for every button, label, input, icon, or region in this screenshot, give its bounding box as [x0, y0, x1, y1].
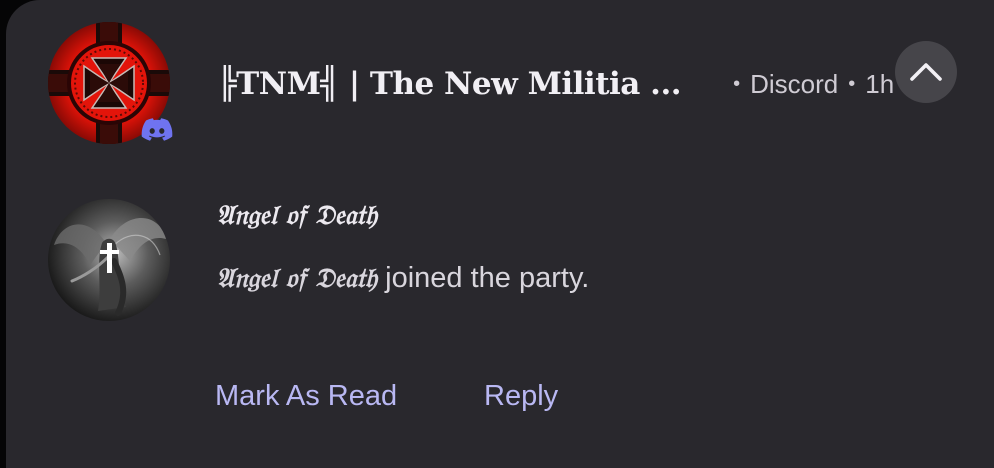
server-name: ╠TNM╣ | The New Militia ...: [218, 66, 682, 102]
message-body: joined the party.: [377, 262, 590, 294]
app-name: Discord: [750, 68, 839, 99]
collapse-button[interactable]: [895, 41, 957, 103]
separator-dot: •: [848, 72, 856, 95]
user-avatar: [48, 199, 170, 321]
notification-header: ╠TNM╣ | The New Militia ... • Discord • 1h: [218, 56, 894, 112]
message-user-name: 𝔄𝔫𝔤𝔢𝔩 𝔬𝔣 𝔇𝔢𝔞𝔱𝔥: [216, 263, 378, 294]
mark-as-read-button[interactable]: Mark As Read: [215, 380, 397, 413]
discord-icon: [141, 117, 173, 143]
notification-card[interactable]: ╠TNM╣ | The New Militia ... • Discord • 1h: [6, 0, 994, 468]
reply-button[interactable]: Reply: [484, 380, 558, 413]
separator-dot: •: [733, 72, 741, 95]
notification-meta: • Discord • 1h: [723, 69, 894, 100]
sender-name: 𝔄𝔫𝔤𝔢𝔩 𝔬𝔣 𝔇𝔢𝔞𝔱𝔥: [216, 200, 378, 231]
message-text: 𝔄𝔫𝔤𝔢𝔩 𝔬𝔣 𝔇𝔢𝔞𝔱𝔥 joined the party.: [216, 261, 589, 295]
chevron-up-icon: [910, 63, 942, 81]
angel-avatar-icon: [48, 199, 170, 321]
timestamp: 1h: [865, 68, 895, 99]
